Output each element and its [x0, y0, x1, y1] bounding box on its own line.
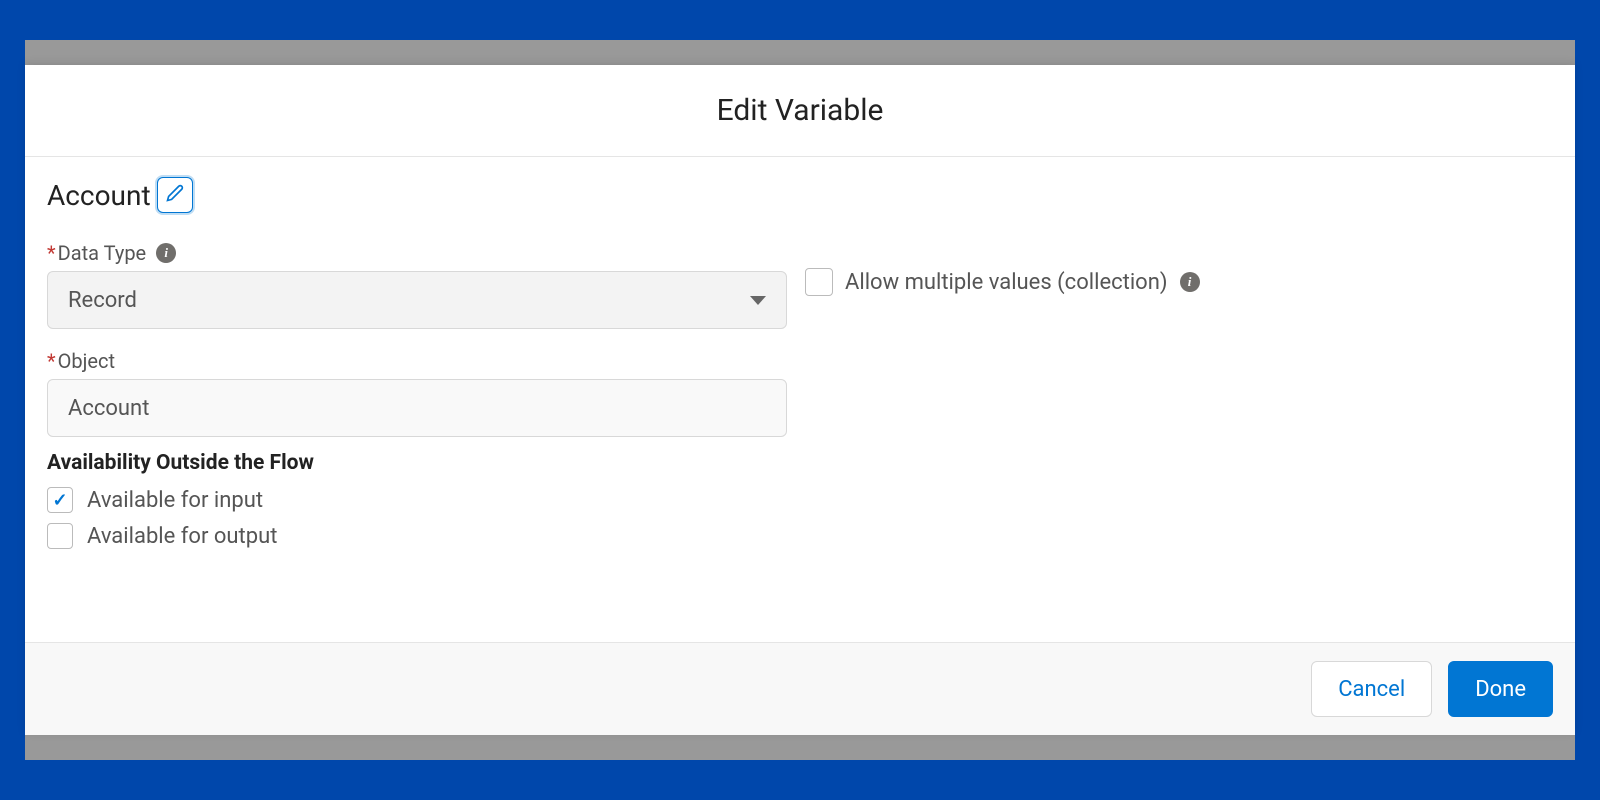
info-icon[interactable]: i — [1180, 272, 1200, 292]
object-input[interactable]: Account — [47, 379, 787, 437]
required-marker: * — [47, 241, 56, 265]
available-output-checkbox[interactable] — [47, 523, 73, 549]
modal-footer: Cancel Done — [25, 642, 1575, 735]
cancel-button[interactable]: Cancel — [1311, 661, 1432, 717]
allow-multiple-label: Allow multiple values (collection) — [845, 270, 1168, 295]
variable-name: Account — [47, 179, 151, 212]
object-field-group: *Object Account — [47, 349, 787, 437]
object-value: Account — [68, 396, 149, 421]
pencil-icon — [166, 184, 184, 206]
modal-header: Edit Variable — [25, 65, 1575, 157]
info-icon[interactable]: i — [156, 243, 176, 263]
modal-backdrop: Edit Variable Account *Data T — [25, 40, 1575, 760]
allow-multiple-checkbox[interactable] — [805, 268, 833, 296]
allow-multiple-group: Allow multiple values (collection) i — [805, 253, 1200, 311]
data-type-value: Record — [68, 288, 137, 313]
available-output-row: Available for output — [47, 523, 1553, 549]
edit-name-button[interactable] — [157, 177, 193, 213]
check-icon: ✓ — [52, 490, 67, 511]
required-marker: * — [47, 349, 56, 373]
done-button[interactable]: Done — [1448, 661, 1553, 717]
data-type-label: *Data Type i — [47, 241, 787, 265]
variable-name-row: Account — [47, 177, 1553, 213]
available-input-checkbox[interactable]: ✓ — [47, 487, 73, 513]
modal-title: Edit Variable — [25, 93, 1575, 128]
modal-body: Account *Data Type i — [25, 157, 1575, 642]
edit-variable-modal: Edit Variable Account *Data T — [25, 65, 1575, 735]
data-type-select[interactable]: Record — [47, 271, 787, 329]
data-type-row: *Data Type i Record Allow multiple value… — [47, 241, 1553, 329]
chevron-down-icon — [750, 296, 766, 305]
availability-heading: Availability Outside the Flow — [47, 451, 1553, 475]
available-output-label: Available for output — [87, 524, 277, 549]
object-label: *Object — [47, 349, 787, 373]
data-type-field-group: *Data Type i Record — [47, 241, 787, 329]
available-input-row: ✓ Available for input — [47, 487, 1553, 513]
available-input-label: Available for input — [87, 488, 263, 513]
